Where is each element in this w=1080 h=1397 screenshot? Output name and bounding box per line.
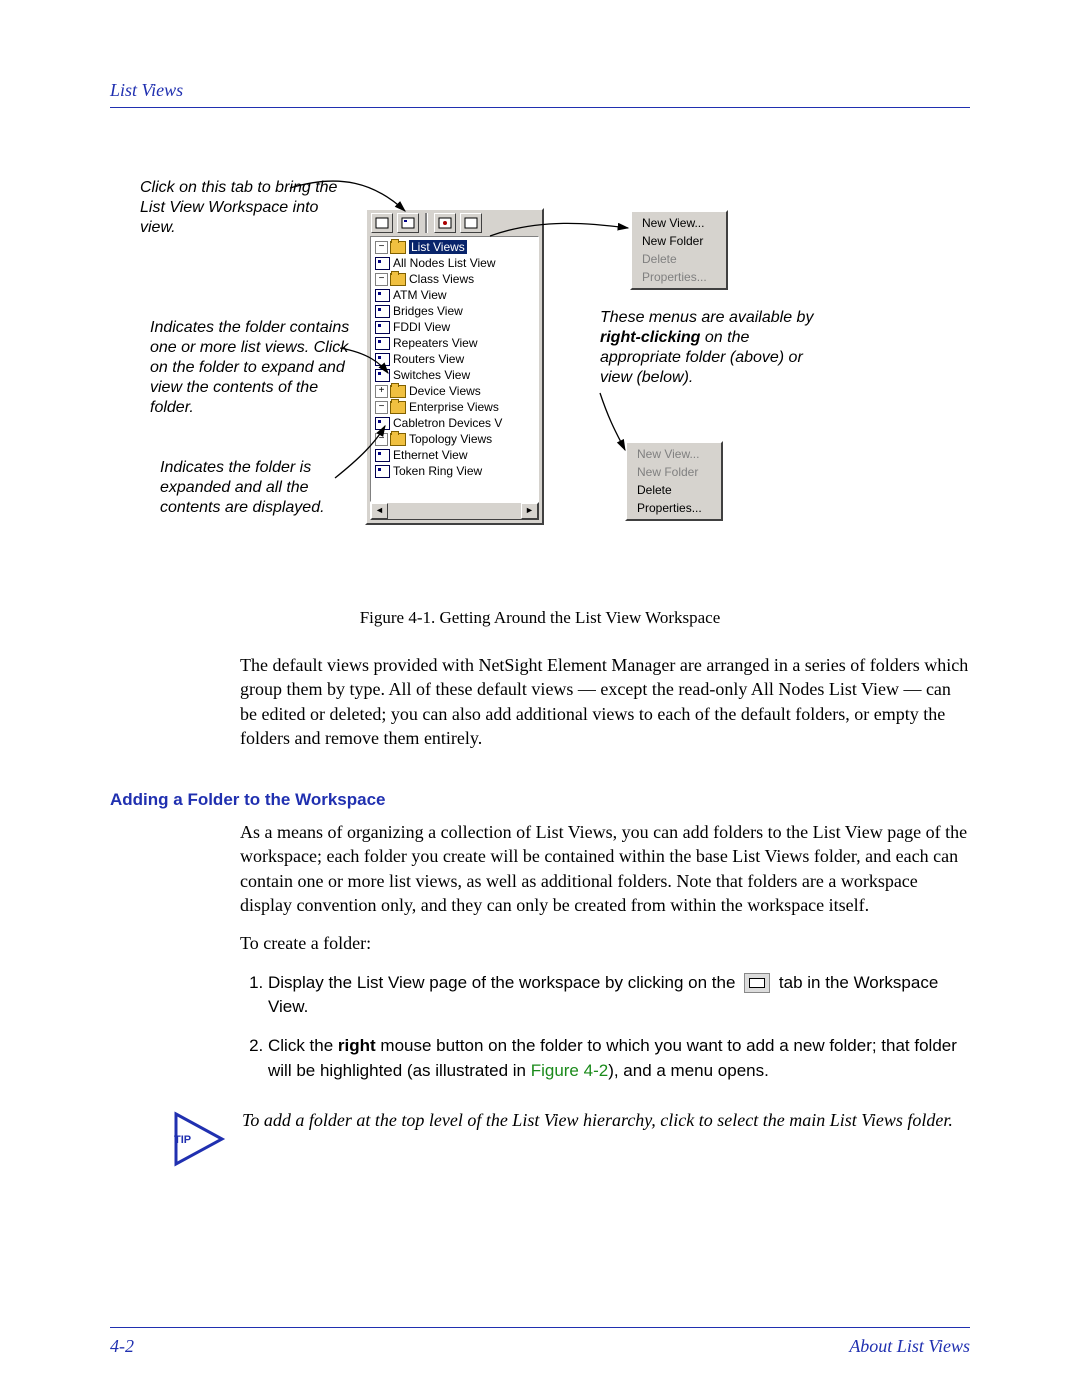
tree-item[interactable]: Switches View — [393, 368, 470, 382]
context-menu-folder[interactable]: New View... New Folder Delete Properties… — [630, 210, 728, 290]
folder-icon — [390, 273, 406, 286]
view-icon — [375, 337, 390, 350]
step-2-text-c: ), and a menu opens. — [608, 1061, 769, 1080]
step-1-text-a: Display the List View page of the worksp… — [268, 973, 740, 992]
menu-item-properties: Properties... — [634, 268, 724, 286]
tree-item[interactable]: Cabletron Devices V — [393, 416, 502, 430]
step-2-bold: right — [338, 1036, 376, 1055]
menu-item-new-view: New View... — [629, 445, 719, 463]
page-header: List Views — [110, 80, 970, 108]
view-icon — [375, 369, 390, 382]
view-icon — [375, 417, 390, 430]
folder-icon — [390, 385, 406, 398]
tree-item[interactable]: Token Ring View — [393, 464, 482, 478]
folder-icon — [390, 401, 406, 414]
tab-button-listview[interactable] — [397, 213, 419, 233]
workspace-panel: − List Views All Nodes List View − Class V… — [365, 208, 544, 525]
figure-area: Click on this tab to bring the List View… — [110, 178, 970, 598]
tip-icon: TIP — [170, 1108, 232, 1170]
scroll-right-button[interactable]: ► — [521, 503, 538, 519]
footer-page-number: 4-2 — [110, 1336, 134, 1357]
callout-folder: Indicates the folder contains one or mor… — [150, 318, 360, 418]
tree-item[interactable]: Routers View — [393, 352, 464, 366]
view-icon — [375, 257, 390, 270]
tree-root[interactable]: List Views — [409, 240, 467, 254]
callout-tab: Click on this tab to bring the List View… — [140, 178, 350, 238]
figure-caption: Figure 4-1. Getting Around the List View… — [110, 608, 970, 628]
listview-tab-icon — [744, 973, 770, 993]
menu-item-new-folder[interactable]: New Folder — [634, 232, 724, 250]
tree-item[interactable]: Topology Views — [409, 432, 492, 446]
folder-icon — [390, 241, 406, 254]
tree-item[interactable]: Class Views — [409, 272, 474, 286]
menu-item-new-folder: New Folder — [629, 463, 719, 481]
tip-label: TIP — [174, 1134, 191, 1146]
tree-item[interactable]: Repeaters View — [393, 336, 478, 350]
figure-reference: Figure 4-2 — [531, 1061, 608, 1080]
footer-section: About List Views — [849, 1336, 970, 1357]
tree-item[interactable]: ATM View — [393, 288, 447, 302]
step-2-text-a: Click the — [268, 1036, 338, 1055]
horizontal-scrollbar[interactable]: ◄ ► — [370, 502, 539, 520]
header-title: List Views — [110, 80, 183, 100]
tree-item[interactable]: Bridges View — [393, 304, 463, 318]
tree-item[interactable]: Device Views — [409, 384, 481, 398]
scroll-left-button[interactable]: ◄ — [371, 503, 388, 519]
tree-item[interactable]: Ethernet View — [393, 448, 468, 462]
context-menu-view[interactable]: New View... New Folder Delete Properties… — [625, 441, 723, 521]
callout-menus: These menus are available by right-click… — [600, 308, 820, 388]
collapse-icon[interactable]: − — [375, 273, 388, 286]
paragraph-default-views: The default views provided with NetSight… — [240, 653, 970, 750]
view-icon — [375, 305, 390, 318]
menu-item-properties[interactable]: Properties... — [629, 499, 719, 517]
tab-button-4[interactable] — [460, 213, 482, 233]
menu-item-delete: Delete — [634, 250, 724, 268]
tree-body[interactable]: − List Views All Nodes List View − Class V… — [370, 236, 539, 502]
paragraph-add-folder: As a means of organizing a collection of… — [240, 820, 970, 917]
tip-text: To add a folder at the top level of the … — [242, 1108, 970, 1132]
page-footer: 4-2 About List Views — [110, 1327, 970, 1357]
expand-icon[interactable]: + — [375, 385, 388, 398]
view-icon — [375, 321, 390, 334]
steps-list: Display the List View page of the worksp… — [240, 971, 970, 1084]
tab-button-1[interactable] — [371, 213, 393, 233]
view-icon — [375, 449, 390, 462]
folder-icon — [390, 433, 406, 446]
tab-button-3[interactable] — [434, 213, 456, 233]
subsection-title: Adding a Folder to the Workspace — [110, 790, 970, 810]
menu-item-delete[interactable]: Delete — [629, 481, 719, 499]
callout-expanded: Indicates the folder is expanded and all… — [160, 458, 370, 518]
collapse-icon[interactable]: − — [375, 433, 388, 446]
callout-menus-pre: These menus are available by — [600, 309, 813, 326]
callout-menus-bold: right-clicking — [600, 329, 700, 346]
collapse-icon[interactable]: − — [375, 401, 388, 414]
menu-item-new-view[interactable]: New View... — [634, 214, 724, 232]
step-1: Display the List View page of the worksp… — [268, 971, 970, 1020]
tree-item[interactable]: FDDI View — [393, 320, 450, 334]
step-2: Click the right mouse button on the fold… — [268, 1034, 970, 1083]
header-rule — [110, 107, 970, 108]
view-icon — [375, 465, 390, 478]
paragraph-to-create: To create a folder: — [240, 931, 970, 955]
collapse-icon[interactable]: − — [375, 241, 388, 254]
tip-block: TIP To add a folder at the top level of … — [170, 1108, 970, 1170]
tab-separator — [425, 213, 428, 233]
tree-item[interactable]: All Nodes List View — [393, 256, 496, 270]
workspace-tabbar — [367, 210, 542, 236]
view-icon — [375, 289, 390, 302]
view-icon — [375, 353, 390, 366]
tree-item[interactable]: Enterprise Views — [409, 400, 499, 414]
